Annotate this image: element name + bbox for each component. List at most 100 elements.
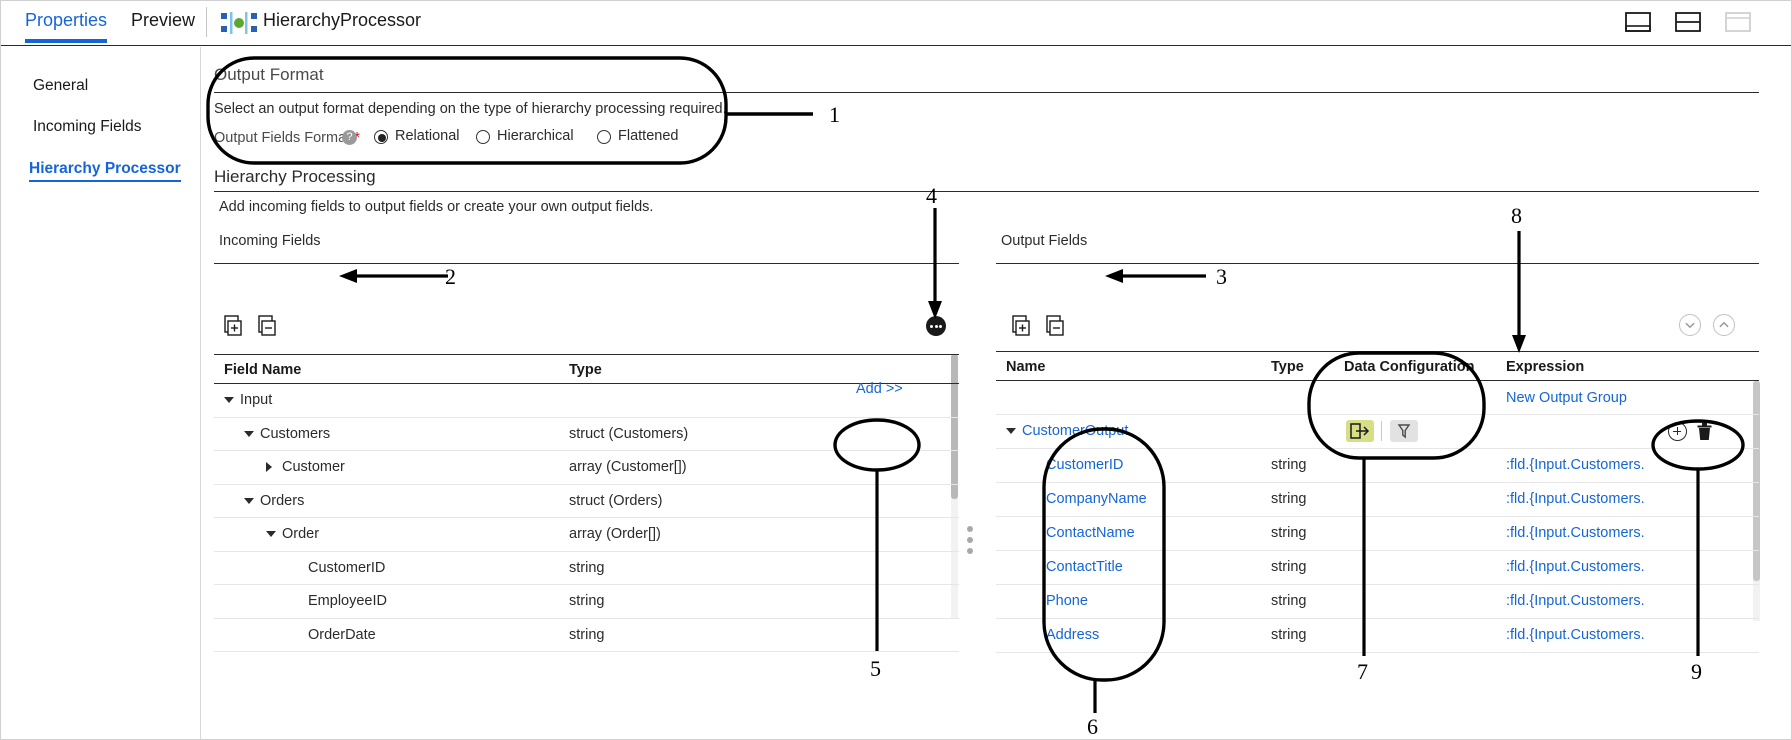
- output-field-name-cell[interactable]: CustomerID: [1046, 457, 1123, 473]
- output-field-expression-cell[interactable]: :fld.{Input.Customers.: [1506, 491, 1645, 507]
- caret-down-icon[interactable]: [244, 497, 254, 504]
- field-name-cell: EmployeeID: [308, 593, 387, 609]
- layout-single-pane-icon[interactable]: [1623, 11, 1653, 35]
- output-field-name-cell[interactable]: ContactTitle: [1046, 559, 1123, 575]
- output-field-name-cell[interactable]: Phone: [1046, 593, 1088, 609]
- output-field-expression-cell[interactable]: :fld.{Input.Customers.: [1506, 457, 1645, 473]
- tab-preview-label: Preview: [131, 10, 196, 30]
- output-fields-format-text: Output Fields Format:: [214, 130, 355, 146]
- remove-output-field-icon[interactable]: [1045, 315, 1067, 337]
- output-format-title: Output Format: [214, 65, 324, 84]
- column-header-data-configuration: Data Configuration: [1344, 359, 1475, 375]
- table-row[interactable]: CustomerID string :fld.{Input.Customers.: [996, 449, 1759, 483]
- tab-properties-label: Properties: [25, 10, 108, 30]
- table-row[interactable]: Order array (Order[]): [214, 518, 959, 552]
- caret-down-icon[interactable]: [244, 430, 254, 437]
- delete-row-icon[interactable]: [1696, 422, 1713, 441]
- tab-active-underline: [25, 39, 108, 43]
- output-fields-panel-label: Output Fields: [1001, 233, 1088, 249]
- table-row[interactable]: OrderDate string: [214, 619, 959, 652]
- new-output-group-row: New Output Group: [996, 381, 1759, 415]
- field-name-cell: Customer: [282, 459, 345, 475]
- tab-properties[interactable]: Properties: [25, 10, 108, 43]
- column-header-name: Name: [1006, 359, 1046, 375]
- splitter-dot: [967, 526, 973, 532]
- caret-down-icon[interactable]: [224, 397, 234, 403]
- layout-split-horizontal-icon[interactable]: [1673, 11, 1703, 35]
- output-field-name-cell[interactable]: CompanyName: [1046, 491, 1147, 507]
- radio-hierarchical-label: Hierarchical: [497, 128, 574, 144]
- table-row[interactable]: Address string :fld.{Input.Customers.: [996, 619, 1759, 653]
- output-field-expression-cell[interactable]: :fld.{Input.Customers.: [1506, 559, 1645, 575]
- sidebar-item-incoming-fields[interactable]: Incoming Fields: [33, 118, 142, 136]
- table-row[interactable]: ContactTitle string:fld.{Input.Customers.: [996, 551, 1759, 585]
- caret-right-icon[interactable]: [266, 462, 272, 472]
- expand-all-icon[interactable]: [1713, 314, 1735, 336]
- output-field-type-cell: string: [1271, 525, 1307, 541]
- field-type-cell: struct (Customers): [569, 425, 689, 442]
- add-output-field-icon[interactable]: [1011, 315, 1033, 337]
- field-name-cell: Order: [282, 526, 320, 542]
- incoming-fields-table: Field Name Type Input Customers struct (Cu…: [214, 354, 959, 652]
- sidebar-item-general-label: General: [33, 77, 89, 94]
- output-field-name-cell[interactable]: ContactName: [1046, 525, 1135, 541]
- table-row[interactable]: Customers struct (Customers): [214, 418, 959, 451]
- tab-preview[interactable]: Preview: [131, 10, 195, 31]
- collapse-all-icon[interactable]: [1679, 314, 1701, 336]
- callout-number-1: 1: [829, 102, 840, 127]
- table-row[interactable]: ContactName string :fld.{Input.Customers.: [996, 517, 1759, 551]
- table-row[interactable]: Input: [214, 384, 959, 418]
- group-expand-caret[interactable]: [1006, 428, 1016, 434]
- export-data-icon[interactable]: [1346, 420, 1374, 442]
- output-field-expression-cell[interactable]: :fld.{Input.Customers.: [1506, 525, 1645, 541]
- help-icon[interactable]: ?: [342, 130, 357, 145]
- output-fields-format-label: Output Fields Format:*: [214, 130, 360, 146]
- output-group-name[interactable]: CustomerOutput: [1022, 423, 1128, 439]
- hierarchy-processor-properties-window: Properties Preview HierarchyProcessor Ge…: [0, 0, 1792, 740]
- sidebar-item-general[interactable]: General: [33, 77, 88, 95]
- table-row[interactable]: EmployeeID string: [214, 585, 959, 619]
- hierarchy-processing-title: Hierarchy Processing: [214, 167, 376, 186]
- output-field-type-cell: string: [1271, 491, 1307, 507]
- output-field-type-cell: string: [1271, 627, 1307, 643]
- radio-relational-mark: [374, 130, 388, 144]
- output-fields-table: Name Type Data Configuration Expression …: [996, 351, 1759, 653]
- table-row[interactable]: Phone string:fld.{Input.Customers.: [996, 585, 1759, 619]
- splitter-dot: [967, 548, 973, 554]
- field-type-cell: array (Order[]): [569, 526, 661, 542]
- table-row[interactable]: CustomerID string: [214, 552, 959, 585]
- callout-number-2: 2: [445, 264, 456, 289]
- output-format-description: Select an output format depending on the…: [214, 101, 727, 117]
- caret-down-icon[interactable]: [266, 531, 276, 537]
- sidebar-item-hierarchy-processor[interactable]: Hierarchy Processor: [29, 160, 181, 182]
- output-group-row[interactable]: CustomerOutput: [996, 415, 1759, 449]
- more-options-icon[interactable]: [926, 316, 946, 336]
- field-type-cell: array (Customer[]): [569, 459, 687, 475]
- output-field-expression-cell[interactable]: :fld.{Input.Customers.: [1506, 593, 1645, 609]
- data-config-separator: [1381, 421, 1382, 441]
- table-row[interactable]: Orders struct (Orders): [214, 485, 959, 518]
- output-field-type-cell: string: [1271, 457, 1307, 473]
- incoming-table-header: Field Name Type: [214, 354, 959, 384]
- sidebar-item-hierarchy-processor-label: Hierarchy Processor: [29, 160, 181, 177]
- filter-icon[interactable]: [1390, 420, 1418, 442]
- add-row-icon[interactable]: [1668, 422, 1687, 441]
- output-table-body: CustomerID string:fld.{Input.Customers. Co…: [996, 449, 1759, 653]
- remove-field-icon[interactable]: [257, 315, 279, 337]
- add-to-output-button[interactable]: Add >>: [856, 381, 903, 397]
- splitter-dot: [967, 537, 973, 543]
- add-field-icon[interactable]: [223, 315, 245, 337]
- table-row[interactable]: Customer array (Customer[]): [214, 451, 959, 485]
- table-row[interactable]: CompanyName string :fld.{Input.Customers.: [996, 483, 1759, 517]
- new-output-group-link[interactable]: New Output Group: [1506, 390, 1627, 406]
- layout-maximize-icon[interactable]: [1723, 11, 1753, 35]
- radio-relational-label: Relational: [395, 128, 460, 144]
- output-field-name-cell[interactable]: Address: [1046, 627, 1099, 643]
- sidebar-item-incoming-fields-label: Incoming Fields: [33, 118, 142, 135]
- column-header-expression: Expression: [1506, 359, 1585, 375]
- hierarchy-processing-divider: [214, 191, 1759, 192]
- callout-3-arrowhead: [1105, 269, 1123, 283]
- output-field-expression-cell[interactable]: :fld.{Input.Customers.: [1506, 627, 1645, 643]
- callout-number-4: 4: [926, 183, 937, 208]
- hierarchy-processing-description: Add incoming fields to output fields or …: [219, 199, 654, 215]
